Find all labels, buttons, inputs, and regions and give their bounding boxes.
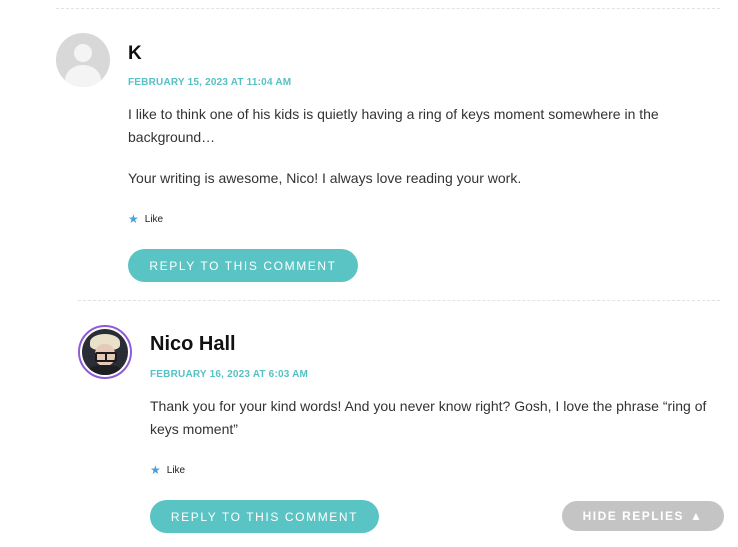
like-label: Like	[166, 464, 186, 476]
avatar[interactable]	[78, 325, 132, 379]
avatar-body-shape	[65, 65, 101, 87]
avatar-shirt-shape	[88, 365, 122, 375]
comment-date-link[interactable]: FEBRUARY 15, 2023 AT 11:04 AM	[128, 77, 291, 88]
like-label: Like	[144, 213, 164, 225]
default-avatar[interactable]	[56, 33, 110, 87]
reply-divider	[78, 300, 720, 301]
avatar-photo	[82, 329, 128, 375]
comment-author: K	[128, 43, 142, 64]
comment-text: Your writing is awesome, Nico! I always …	[128, 170, 522, 186]
star-icon: ★	[150, 463, 161, 477]
hide-replies-button[interactable]: HIDE REPLIES ▲	[562, 501, 724, 531]
like-button[interactable]: ★ Like	[150, 463, 185, 477]
avatar-glasses-right	[105, 352, 117, 362]
triangle-up-icon: ▲	[689, 509, 704, 523]
top-divider	[56, 8, 720, 9]
reply-button[interactable]: REPLY TO THIS COMMENT	[128, 249, 358, 282]
reply-button[interactable]: REPLY TO THIS COMMENT	[150, 500, 379, 533]
comment-author[interactable]: Nico Hall	[150, 333, 236, 356]
star-icon: ★	[128, 212, 139, 226]
comment-text: Thank you for your kind words! And you n…	[150, 398, 707, 437]
like-button[interactable]: ★ Like	[128, 212, 163, 226]
comment-text: I like to think one of his kids is quiet…	[128, 106, 659, 145]
avatar-head-shape	[74, 44, 92, 62]
hide-replies-label: HIDE REPLIES	[582, 509, 684, 523]
comment-date-link[interactable]: FEBRUARY 16, 2023 AT 6:03 AM	[150, 369, 308, 380]
